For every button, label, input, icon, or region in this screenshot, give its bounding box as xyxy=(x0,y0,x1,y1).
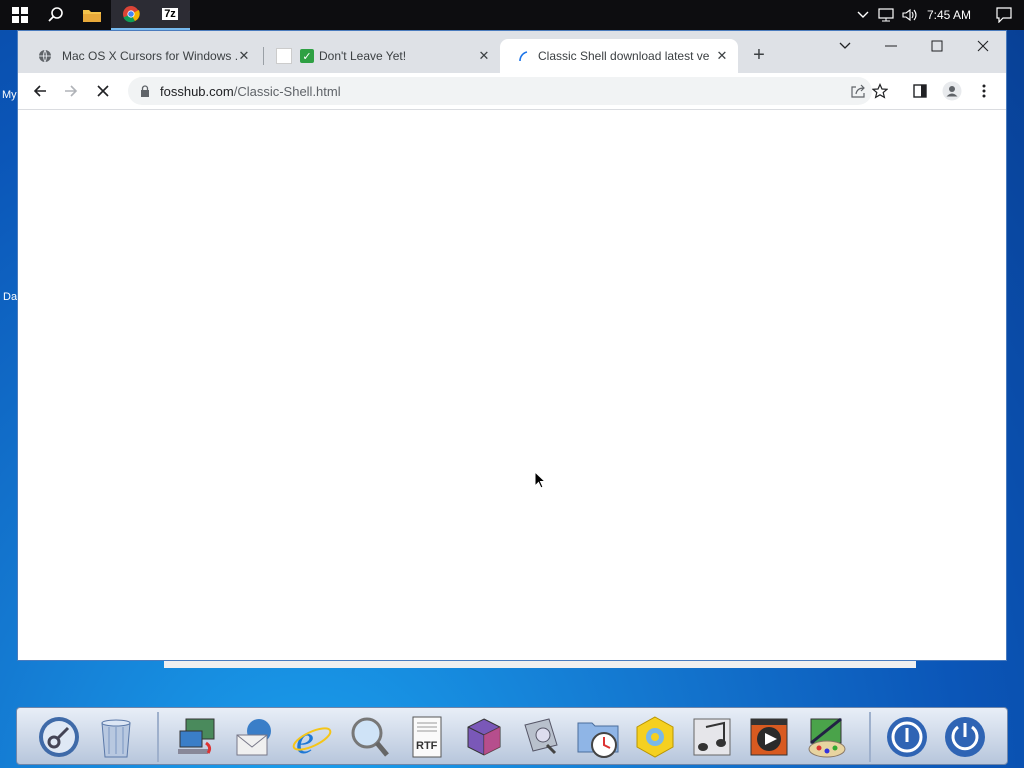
windows-taskbar: 7z 7:45 AM xyxy=(0,0,1024,30)
stop-loading-button[interactable] xyxy=(91,79,115,103)
page-thumbnail-icon xyxy=(276,48,292,64)
tab-strip: Mac OS X Cursors for Windows ... ✕ ✓ Don… xyxy=(18,31,1006,73)
desktop-icon-label[interactable]: My xyxy=(2,89,17,101)
network-icon[interactable] xyxy=(874,8,898,22)
close-tab-icon[interactable]: ✕ xyxy=(714,48,730,64)
7zip-icon[interactable]: 7z xyxy=(150,0,190,30)
bookmark-star-icon[interactable] xyxy=(868,79,892,103)
clock[interactable]: 7:45 AM xyxy=(922,8,976,22)
chrome-icon[interactable] xyxy=(111,0,151,30)
settings-hexagon-icon[interactable] xyxy=(631,713,679,761)
magnifier-icon[interactable] xyxy=(345,713,393,761)
close-window-button[interactable] xyxy=(960,31,1006,61)
paint-icon[interactable] xyxy=(803,713,851,761)
browser-toolbar: fosshub.com/Classic-Shell.html xyxy=(18,73,1006,110)
forward-button[interactable] xyxy=(59,79,83,103)
disk-utility-icon[interactable] xyxy=(517,713,565,761)
profile-avatar-icon[interactable] xyxy=(940,79,964,103)
volume-icon[interactable] xyxy=(898,8,922,22)
system-tray: 7:45 AM xyxy=(852,0,1024,30)
page-content[interactable] xyxy=(18,110,1006,660)
windows-start-icon[interactable] xyxy=(0,0,40,30)
close-tab-icon[interactable]: ✕ xyxy=(476,48,492,64)
new-tab-button[interactable]: + xyxy=(748,44,770,66)
desktop-icon-label[interactable]: Da xyxy=(3,291,17,303)
video-player-icon[interactable] xyxy=(745,713,793,761)
svg-text:RTF: RTF xyxy=(416,740,438,752)
network-computer-icon[interactable] xyxy=(174,713,222,761)
minimize-button[interactable] xyxy=(868,31,914,61)
lock-icon[interactable] xyxy=(140,85,150,97)
back-button[interactable] xyxy=(28,79,52,103)
background-window-statusbar xyxy=(164,659,916,668)
tab-classic-shell[interactable]: Classic Shell download latest ver... ✕ xyxy=(500,39,738,73)
key-icon[interactable] xyxy=(35,713,83,761)
mouse-cursor-icon xyxy=(534,470,547,494)
file-explorer-icon[interactable] xyxy=(72,0,112,30)
address-bar[interactable]: fosshub.com/Classic-Shell.html xyxy=(128,77,872,105)
maximize-button[interactable] xyxy=(914,31,960,61)
side-panel-icon[interactable] xyxy=(908,79,932,103)
tab-title: Don't Leave Yet! xyxy=(319,49,407,63)
chevron-up-icon[interactable] xyxy=(852,11,874,19)
close-tab-icon[interactable]: ✕ xyxy=(236,48,252,64)
rtf-document-icon[interactable]: RTF xyxy=(403,713,451,761)
dock: e RTF xyxy=(16,707,1008,765)
music-icon[interactable] xyxy=(688,713,736,761)
mail-icon[interactable] xyxy=(231,713,279,761)
trash-icon[interactable] xyxy=(92,713,140,761)
tab-search-icon[interactable] xyxy=(822,31,868,61)
url-host: fosshub.com xyxy=(160,83,234,99)
clock-folder-icon[interactable] xyxy=(574,713,622,761)
shutdown-icon[interactable] xyxy=(941,713,989,761)
share-icon[interactable] xyxy=(850,84,866,98)
checkmark-icon: ✓ xyxy=(300,49,314,63)
globe-icon xyxy=(38,49,54,63)
tab-mac-cursors[interactable]: Mac OS X Cursors for Windows ... ✕ xyxy=(28,39,260,73)
cube-app-icon[interactable] xyxy=(460,713,508,761)
loading-spinner-icon xyxy=(518,50,532,62)
search-icon[interactable] xyxy=(36,0,76,30)
notifications-icon[interactable] xyxy=(984,7,1024,23)
menu-kebab-icon[interactable] xyxy=(972,79,996,103)
internet-explorer-icon[interactable]: e xyxy=(288,713,336,761)
power-icon[interactable] xyxy=(883,713,931,761)
tab-title: Classic Shell download latest ver... xyxy=(538,49,710,63)
browser-window: Mac OS X Cursors for Windows ... ✕ ✓ Don… xyxy=(18,31,1006,660)
tab-title: Mac OS X Cursors for Windows ... xyxy=(62,49,238,63)
tab-dont-leave[interactable]: ✓ Don't Leave Yet! ✕ xyxy=(268,39,500,73)
url-path: /Classic-Shell.html xyxy=(233,83,341,99)
